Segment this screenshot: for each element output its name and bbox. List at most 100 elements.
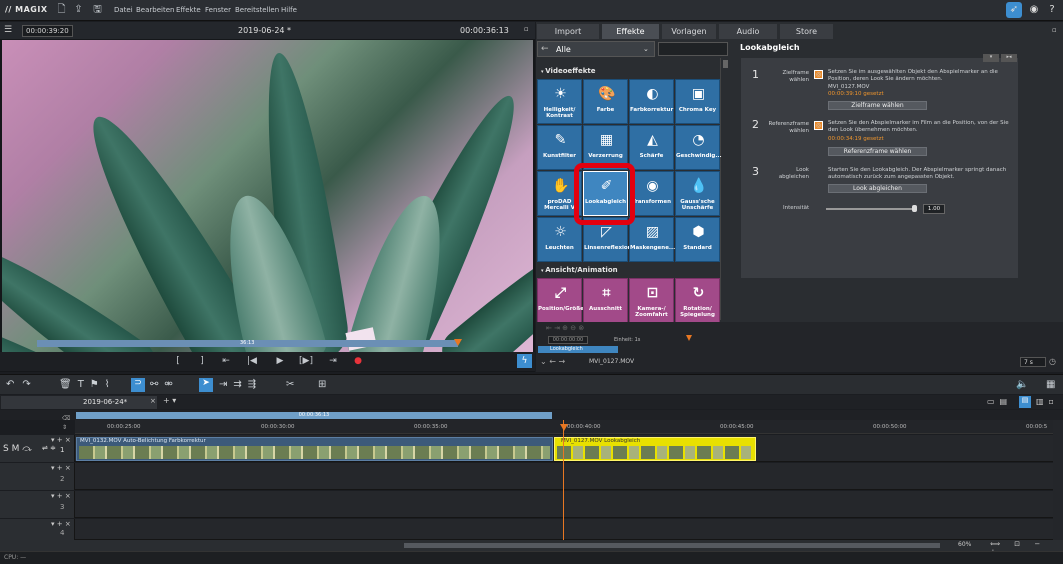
track-3[interactable]	[0, 491, 1053, 518]
menu-bearbeiten[interactable]: Bearbeiten	[136, 6, 174, 14]
intensity-handle[interactable]	[912, 205, 917, 212]
mini-zoom[interactable]: 7 s	[1020, 357, 1046, 367]
playhead-marker[interactable]	[560, 424, 568, 431]
track-expand-icons[interactable]: ▾ + ×	[51, 520, 71, 528]
effect-tile-farbkorrektur[interactable]: ◐ Farbkorrektur	[629, 79, 674, 124]
track-expand-icons[interactable]: ▾ + ×	[51, 492, 71, 500]
prev-marker-button[interactable]: ⇤	[218, 354, 234, 368]
menu-datei[interactable]: Datei	[114, 6, 133, 14]
effect-tile-helligkeit-kontrast[interactable]: ☀ Helligkeit/ Kontrast	[537, 79, 582, 124]
range-bar[interactable]: 00:00:36:13	[76, 412, 552, 419]
volume-icon[interactable]: 🔈	[1016, 379, 1028, 390]
help-icon[interactable]: ?	[1044, 2, 1060, 18]
track-expand-icons[interactable]: ▾ + ×	[51, 436, 71, 444]
video-frame[interactable]	[2, 40, 533, 360]
play-range-button[interactable]: [▶]	[298, 354, 314, 368]
chevron-down-icon[interactable]: ⌄	[643, 45, 649, 53]
tab-effekte[interactable]: Effekte	[602, 24, 659, 39]
intensity-value[interactable]: 1.00	[923, 204, 945, 214]
ruler-zoom-icon[interactable]: ⇕	[62, 424, 67, 431]
mixer-icon[interactable]: ▦	[1046, 379, 1055, 390]
menu-effekte[interactable]: Effekte	[176, 6, 201, 14]
effect-tile-schärfe[interactable]: ◭ Schärfe	[629, 125, 674, 170]
clip-mvi-0127[interactable]: MVI_0127.MOV Lookabgleich	[554, 437, 756, 461]
view-mode-icons[interactable]: ▭▤	[987, 397, 1012, 406]
track-tools-icons[interactable]: ⇌ ≑	[42, 444, 56, 452]
horizontal-scrollbar[interactable]: 60% ⟺ ⊡ − +	[0, 540, 1063, 556]
effect-tile-geschwindig[interactable]: ◔ Geschwindig...	[675, 125, 722, 170]
effect-tile-leuchten[interactable]: ☼ Leuchten	[537, 217, 582, 262]
edit-tool-icons[interactable]: 🗑T⚑⌇	[59, 379, 116, 390]
intensity-slider[interactable]	[826, 208, 916, 210]
flash-icon[interactable]: ϟ	[517, 354, 532, 368]
effect-tile-position-grö-e[interactable]: ⤢ Position/Größe	[537, 278, 584, 323]
pointer-icon[interactable]: ➤	[199, 378, 213, 392]
upload-icon[interactable]: ⇪	[73, 4, 84, 16]
mini-timecode[interactable]: 00:00:00:00	[548, 336, 588, 344]
next-marker-button[interactable]: ⇥	[325, 354, 341, 368]
search-input[interactable]	[658, 42, 728, 56]
referenzframe-button[interactable]: Referenzframe wählen	[828, 147, 927, 156]
effect-tile-chroma-key[interactable]: ▣ Chroma Key	[675, 79, 720, 124]
hamburger-icon[interactable]: ☰	[4, 25, 12, 35]
tab-vorlagen[interactable]: Vorlagen	[662, 24, 716, 39]
play-button[interactable]: ▶	[272, 354, 288, 368]
track-2[interactable]	[0, 463, 1053, 490]
ruler-settings-icon[interactable]: ⌫	[62, 415, 70, 422]
effect-tile-maskengene[interactable]: ▨ Maskengene...	[629, 217, 675, 262]
solo-mute-icons[interactable]: S M ⤼	[3, 444, 32, 454]
mark-out-button[interactable]: ]	[194, 354, 210, 368]
effect-tile-standard[interactable]: ⬢ Standard	[675, 217, 720, 262]
clip-mvi-0132[interactable]: MVI_0132.MOV Auto-Belichtung Farbkorrekt…	[76, 437, 553, 461]
scroll-thumb[interactable]	[404, 543, 940, 548]
playhead[interactable]	[563, 420, 564, 540]
effect-tile-gauss-sche-unschärfe[interactable]: 💧 Gauss'sche Unschärfe	[675, 171, 720, 216]
link-icons[interactable]: ⚯⚮	[150, 379, 179, 390]
save-icon[interactable]: 🖫	[92, 4, 103, 16]
section-ansicht[interactable]: ▾ Ansicht/Animation	[541, 266, 618, 277]
track-4[interactable]	[0, 519, 1053, 540]
mark-in-button[interactable]: [	[170, 354, 186, 368]
rocket-icon[interactable]: ➶	[1006, 2, 1022, 18]
menu-bereitstellen[interactable]: Bereitstellen	[235, 6, 279, 14]
tab-audio[interactable]: Audio	[719, 24, 777, 39]
effect-tile-transformen[interactable]: ◉ Transformen	[629, 171, 674, 216]
effect-tile-kunstfilter[interactable]: ✎ Kunstfilter	[537, 125, 582, 170]
category-select[interactable]: ← Alle ⌄	[537, 41, 655, 57]
panel-maximize-icon[interactable]: ▫	[1052, 26, 1057, 34]
dropdown-icon[interactable]: ▾	[983, 54, 999, 62]
mouse-mode-icons[interactable]: ⇥⇉⇶	[219, 379, 262, 390]
maximize-icon[interactable]: ▫	[524, 25, 529, 33]
add-tab-icon[interactable]: + ▾	[163, 396, 176, 405]
vertical-scrollbar[interactable]	[1053, 420, 1063, 540]
back-arrow-icon[interactable]: ←	[541, 44, 549, 54]
pin-icon[interactable]: ▸◂	[1001, 54, 1017, 62]
section-videoeffekte[interactable]: ▾ Videoeffekte	[541, 67, 595, 78]
project-tab[interactable]: 2019-06-24*	[1, 396, 157, 409]
timeline-zoom[interactable]: 60%	[958, 541, 971, 548]
record-button[interactable]: ●	[350, 354, 366, 368]
step-back-button[interactable]: |◀	[244, 354, 260, 368]
mini-nav-icons[interactable]: ⌄ ← →	[540, 357, 565, 366]
undo-arrows-icon[interactable]: ⇤ ⇥ ⊕ ⊖ ⊗	[546, 324, 584, 332]
mini-track[interactable]: Lookabgleich	[538, 346, 618, 353]
tab-store[interactable]: Store	[780, 24, 833, 39]
storyboard-icons[interactable]: ▥▫	[1036, 397, 1059, 406]
preview-timecode-left[interactable]: 00:00:39:20	[22, 25, 73, 37]
mini-playhead[interactable]	[686, 335, 692, 341]
cut-icon[interactable]: ✂	[286, 379, 294, 390]
close-icon[interactable]: ×	[150, 397, 156, 405]
undo-redo-icons[interactable]: ↶↷	[6, 379, 39, 390]
clock-icon[interactable]: ◷	[1049, 357, 1056, 366]
record-icon[interactable]: ◉	[1026, 2, 1042, 18]
new-file-icon[interactable]: 🗋	[56, 4, 67, 16]
target-icon[interactable]: ◎	[814, 70, 823, 79]
look-abgleichen-button[interactable]: Look abgleichen	[828, 184, 927, 193]
menu-fenster[interactable]: Fenster	[205, 6, 231, 14]
scrub-marker[interactable]	[454, 339, 462, 346]
zielframe-button[interactable]: Zielframe wählen	[828, 101, 927, 110]
menu-hilfe[interactable]: Hilfe	[281, 6, 297, 14]
tab-import[interactable]: Import	[537, 24, 599, 39]
timeline-mode-icon[interactable]: ▤	[1019, 396, 1031, 408]
effect-tile-kamera-zoomfahrt[interactable]: ⊡ Kamera-/ Zoomfahrt	[629, 278, 674, 323]
